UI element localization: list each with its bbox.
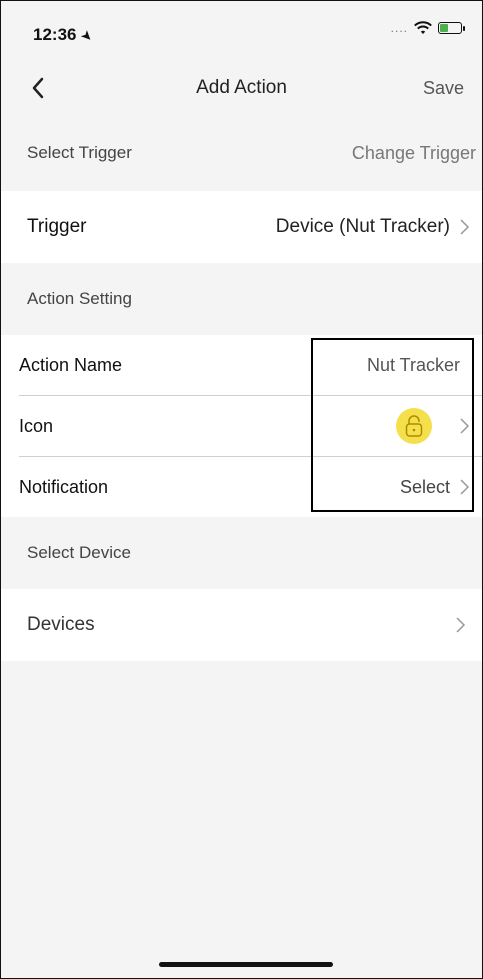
- wifi-icon: [414, 21, 432, 34]
- nav-bar: Add Action Save: [1, 63, 482, 115]
- section-label: Select Device: [27, 543, 131, 562]
- status-indicators: ....: [390, 21, 465, 35]
- padlock-glyph: [405, 415, 423, 437]
- notification-row[interactable]: Notification Select: [1, 457, 482, 517]
- status-time: 12:36 ➤: [33, 25, 97, 45]
- devices-row[interactable]: Devices: [1, 589, 482, 661]
- notification-value: Select: [399, 476, 450, 497]
- signal-icon: ....: [390, 21, 408, 35]
- section-select-trigger: Select Trigger Change Trigger: [1, 115, 482, 191]
- section-label: Select Trigger: [27, 143, 132, 162]
- section-select-device: Select Device: [1, 517, 482, 589]
- devices-label: Devices: [27, 614, 95, 635]
- empty-content-area: [1, 661, 482, 978]
- trigger-label: Trigger: [27, 216, 87, 237]
- battery-icon: [438, 22, 465, 34]
- status-bar: 12:36 ➤ ....: [1, 1, 482, 63]
- section-label: Action Setting: [27, 289, 132, 308]
- location-icon: ➤: [79, 27, 97, 45]
- battery-fill: [440, 24, 448, 32]
- action-name-value: Nut Tracker: [366, 354, 460, 375]
- change-trigger-button[interactable]: Change Trigger: [352, 143, 476, 164]
- notification-label: Notification: [19, 476, 109, 497]
- time-text: 12:36: [33, 25, 77, 44]
- chevron-right-icon: [460, 479, 470, 495]
- action-name-label: Action Name: [19, 354, 123, 375]
- action-name-row[interactable]: Action Name Nut Tracker: [1, 335, 482, 395]
- app-screen: 12:36 ➤ .... Add Action Save Select Trigg…: [0, 0, 483, 979]
- chevron-right-icon: [460, 219, 470, 235]
- chevron-right-icon: [456, 617, 466, 633]
- trigger-value: Device (Nut Tracker): [275, 216, 450, 237]
- page-title: Add Action: [196, 77, 287, 98]
- padlock-icon: [396, 408, 432, 444]
- icon-row[interactable]: Icon: [1, 396, 482, 456]
- chevron-right-icon: [460, 418, 470, 434]
- trigger-row[interactable]: Trigger Device (Nut Tracker): [1, 191, 482, 263]
- section-action-setting: Action Setting: [1, 263, 482, 335]
- home-indicator[interactable]: [159, 962, 333, 967]
- icon-label: Icon: [19, 415, 54, 436]
- save-button[interactable]: Save: [423, 78, 464, 99]
